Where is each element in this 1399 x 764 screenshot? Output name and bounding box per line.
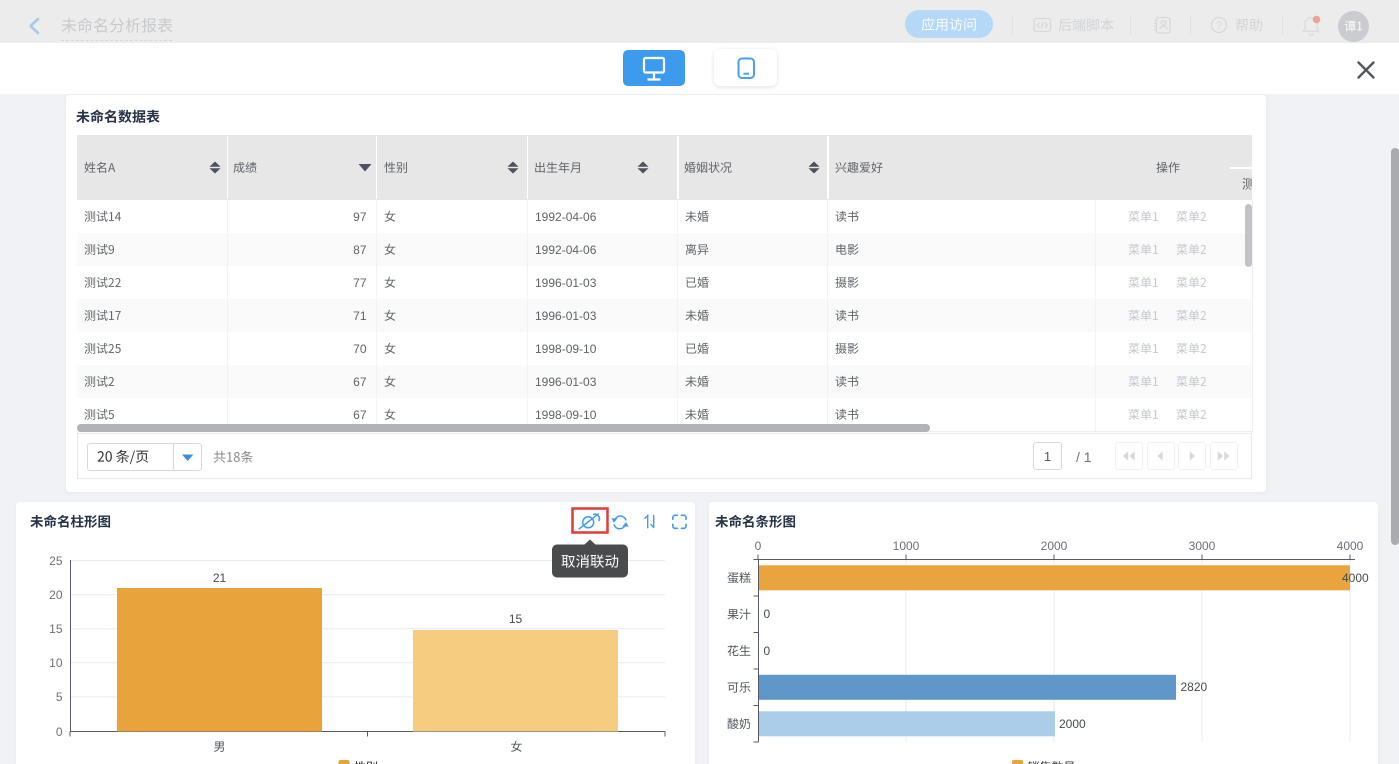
svg-text:?: ? (1216, 20, 1222, 32)
